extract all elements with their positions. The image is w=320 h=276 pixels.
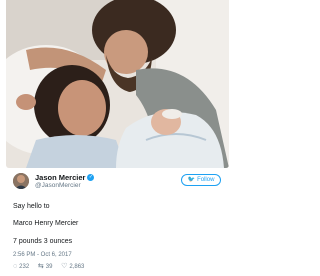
tweet-text-line: 7 pounds 3 ounces [13, 238, 73, 245]
twitter-bird-icon: 🐦 [187, 177, 196, 183]
tweet-photo[interactable] [6, 0, 229, 168]
tweet-text-line: Marco Henry Mercier [13, 220, 79, 227]
tweet-text-line: Say hello to [13, 203, 50, 210]
author-name[interactable]: Jason Mercier [35, 173, 85, 182]
reply-count: 232 [19, 264, 30, 270]
like-button[interactable]: ♡ 2,863 [61, 262, 84, 272]
retweet-button[interactable]: ⇆ 39 [38, 262, 53, 272]
avatar-image [13, 173, 29, 189]
follow-button[interactable]: 🐦 Follow [181, 174, 221, 186]
retweet-count: 39 [45, 264, 53, 270]
follow-label: Follow [197, 177, 215, 183]
tweet-timestamp[interactable]: 2:56 PM - Oct 6, 2017 [13, 251, 72, 259]
retweet-icon: ⇆ [37, 263, 44, 270]
verified-badge-icon: ✓ [87, 174, 95, 181]
heart-icon: ♡ [61, 263, 68, 270]
avatar[interactable] [13, 173, 29, 189]
tweet-actions: ◌ 232 ⇆ 39 ♡ 2,863 [13, 262, 91, 271]
family-photo-image [6, 0, 229, 168]
tweet-author: Jason Mercier ✓ @JasonMercier 🐦 Follow [13, 172, 227, 196]
like-count: 2,863 [69, 264, 85, 270]
tweet-card: Jason Mercier ✓ @JasonMercier 🐦 Follow Say… [3, 0, 229, 274]
reply-button[interactable]: ◌ 232 [13, 262, 29, 272]
author-name-row[interactable]: Jason Mercier ✓ [35, 173, 95, 182]
reply-icon: ◌ [13, 263, 18, 270]
author-handle[interactable]: @JasonMercier [35, 182, 81, 190]
